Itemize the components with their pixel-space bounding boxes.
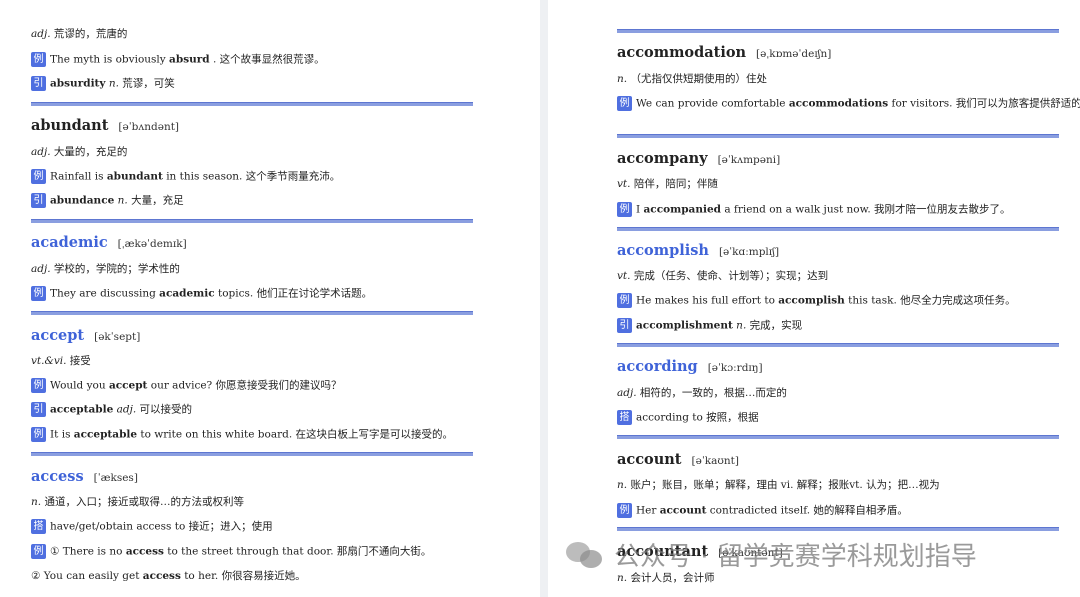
headword-account: account [əˈkaʊnt] bbox=[617, 451, 739, 468]
entry-divider bbox=[617, 29, 1059, 33]
headword-accomplish: accomplish [əˈkɑːmplɪʃ] bbox=[617, 242, 780, 259]
derived-badge-icon: 引 bbox=[31, 402, 46, 417]
example-badge-icon: 例 bbox=[617, 503, 632, 518]
example-badge-icon: 例 bbox=[31, 286, 46, 301]
entry-divider bbox=[617, 134, 1059, 138]
definition-line: n. （尤指仅供短期使用的）住处 bbox=[617, 73, 767, 85]
definition-line: vt.&vi. 接受 bbox=[31, 355, 91, 367]
example-line: 例 He makes his full effort to accomplish … bbox=[617, 293, 1016, 308]
definition-line: adj. 荒谬的，荒唐的 bbox=[31, 28, 128, 40]
example-badge-icon: 例 bbox=[31, 378, 46, 393]
headword-according: according [əˈkɔːrdɪŋ] bbox=[617, 358, 763, 375]
entry-divider bbox=[617, 343, 1059, 347]
phonetic: [əˈkɔːrdɪŋ] bbox=[707, 362, 763, 374]
example-badge-icon: 例 bbox=[31, 52, 46, 67]
phonetic: [əˈkɑːmplɪʃ] bbox=[718, 246, 780, 258]
headword-accompany: accompany [əˈkʌmpəni] bbox=[617, 150, 781, 167]
headword-accept: accept [əkˈsept] bbox=[31, 327, 141, 344]
definition-line: adj. 相符的，一致的，根据…而定的 bbox=[617, 387, 787, 399]
left-page: adj. 荒谬的，荒唐的 例 The myth is obviously absu… bbox=[0, 0, 540, 597]
phonetic: [ˈækses] bbox=[93, 472, 138, 484]
example-badge-icon: 例 bbox=[31, 544, 46, 559]
definition-line: vt. 完成（任务、使命、计划等）；实现；达到 bbox=[617, 270, 829, 282]
definition-line: n. 通道，入口；接近或取得…的方法或权利等 bbox=[31, 496, 244, 508]
derived-line: 引 abundance n. 大量，充足 bbox=[31, 193, 184, 208]
entry-divider bbox=[31, 452, 473, 456]
derived-badge-icon: 引 bbox=[31, 193, 46, 208]
collocation-line: 搭 have/get/obtain access to 接近；进入；使用 bbox=[31, 519, 273, 534]
example-line: 例 Would you accept our advice? 你愿意接受我们的建议… bbox=[31, 378, 342, 393]
entry-divider bbox=[617, 435, 1059, 439]
definition-line: vt. 陪伴，陪同；伴随 bbox=[617, 178, 718, 190]
entry-divider bbox=[617, 227, 1059, 231]
headword-accommodation: accommodation [əˌkɒməˈdeɪʃn] bbox=[617, 44, 832, 61]
derived-line: 引 accomplishment n. 完成，实现 bbox=[617, 318, 802, 333]
phonetic: [əˈkaʊnt] bbox=[691, 455, 739, 467]
phonetic: [əˈkʌmpəni] bbox=[717, 154, 781, 166]
derived-badge-icon: 引 bbox=[617, 318, 632, 333]
right-page: accommodation [əˌkɒməˈdeɪʃn] n. （尤指仅供短期使用… bbox=[548, 0, 1080, 597]
entry-divider bbox=[31, 219, 473, 223]
phonetic: [əkˈsept] bbox=[94, 331, 141, 343]
derived-line: 引 acceptable adj. 可以接受的 bbox=[31, 402, 192, 417]
entry-divider bbox=[31, 311, 473, 315]
example-line: 例① There is no access to the street thro… bbox=[31, 544, 431, 559]
entry-divider bbox=[31, 102, 473, 106]
example-badge-icon: 例 bbox=[617, 293, 632, 308]
phonetic: [ˌækəˈdemɪk] bbox=[117, 238, 187, 250]
watermark: 公众号 · 留学竞赛学科规划指导 bbox=[566, 536, 977, 573]
phonetic: [əˌkɒməˈdeɪʃn] bbox=[756, 48, 832, 60]
example-line: 例 The myth is obviously absurd . 这个故事显然很荒… bbox=[31, 52, 325, 67]
example-badge-icon: 例 bbox=[31, 427, 46, 442]
example-badge-icon: 例 bbox=[31, 169, 46, 184]
headword-academic: academic [ˌækəˈdemɪk] bbox=[31, 234, 187, 251]
headword-abundant: abundant [əˈbʌndənt] bbox=[31, 117, 180, 134]
collocation-badge-icon: 搭 bbox=[31, 519, 46, 534]
collocation-badge-icon: 搭 bbox=[617, 410, 632, 425]
phonetic: [əˈbʌndənt] bbox=[118, 121, 180, 133]
example-line: 例 Her account contradicted itself. 她的解释自相… bbox=[617, 503, 908, 518]
collocation-line: 搭 according to 按照，根据 bbox=[617, 410, 759, 425]
example-line: 例 They are discussing academic topics. 他们… bbox=[31, 286, 372, 301]
wechat-icon bbox=[566, 540, 606, 570]
headword-access: access [ˈækses] bbox=[31, 468, 138, 485]
definition-line: adj. 大量的，充足的 bbox=[31, 146, 128, 158]
definition-line: n. 账户；账目，账单；解释，理由 vi. 解释；报账vt. 认为；把…视为 bbox=[617, 479, 940, 491]
example-badge-icon: 例 bbox=[617, 202, 632, 217]
example-line: 例 We can provide comfortable accommodatio… bbox=[617, 96, 1080, 111]
derived-badge-icon: 引 bbox=[31, 76, 46, 91]
example-line: 例 Rainfall is abundant in this season. 这个… bbox=[31, 169, 340, 184]
entry-divider bbox=[617, 527, 1059, 531]
definition-line: n. 会计人员，会计师 bbox=[617, 572, 715, 584]
example-badge-icon: 例 bbox=[617, 96, 632, 111]
example-line: 例 It is acceptable to write on this white… bbox=[31, 427, 453, 442]
definition-line: adj. 学校的，学院的；学术性的 bbox=[31, 263, 180, 275]
example-line: ② You can easily get access to her. 你很容易… bbox=[31, 570, 306, 582]
example-line: 例I accompanied a friend on a walk just n… bbox=[617, 202, 1011, 217]
derived-line: 引 absurdity n. 荒谬，可笑 bbox=[31, 76, 175, 91]
